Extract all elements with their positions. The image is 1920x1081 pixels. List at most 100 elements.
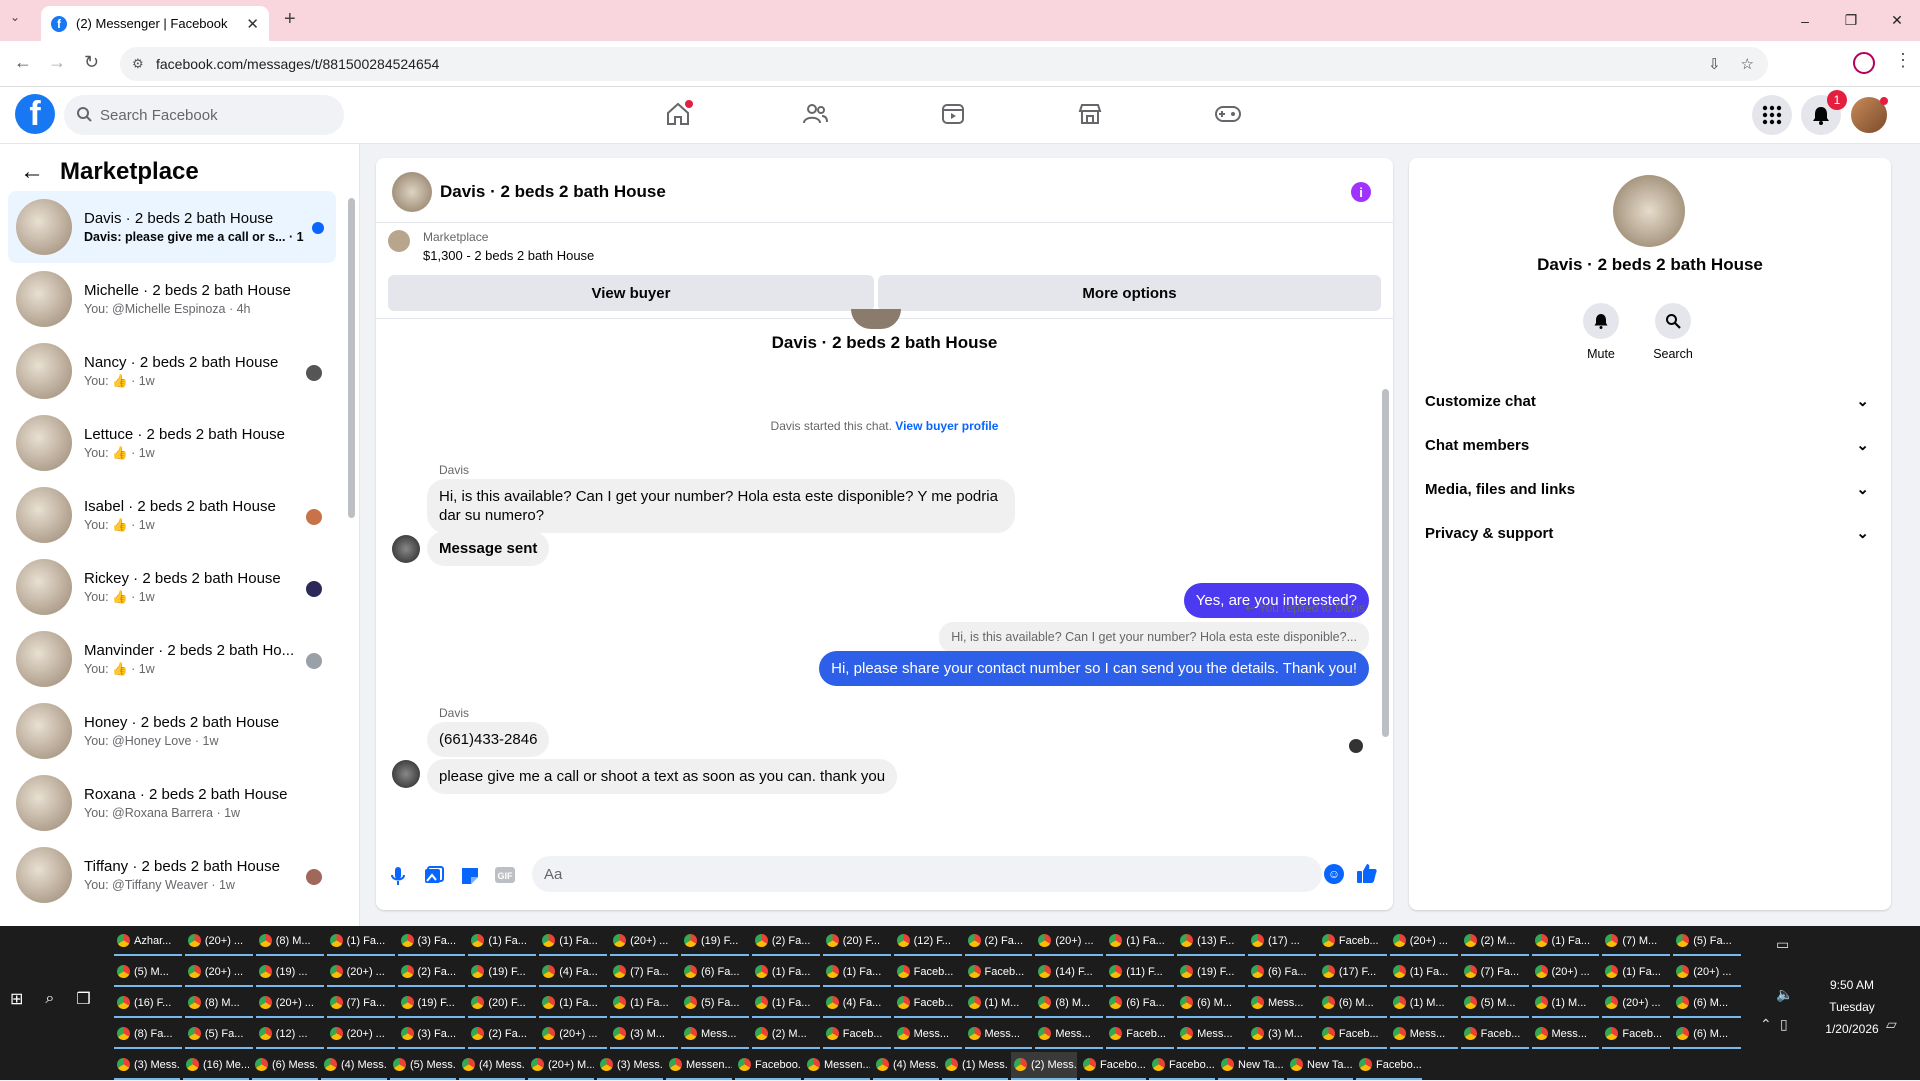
taskbar-window-button[interactable]: Faceb...: [822, 1021, 891, 1049]
conversation-item[interactable]: Roxana · 2 beds 2 bath House You: @Roxana…: [8, 767, 336, 839]
facebook-logo-icon[interactable]: f: [15, 94, 55, 134]
new-tab-icon[interactable]: +: [284, 8, 296, 31]
taskbar-window-button[interactable]: (4) Mess...: [459, 1052, 525, 1080]
taskbar-window-button[interactable]: (17) ...: [1248, 928, 1316, 956]
friends-icon[interactable]: [802, 101, 828, 127]
taskbar-window-button[interactable]: (5) Fa...: [681, 990, 749, 1018]
taskbar-window-button[interactable]: (3) Mess...: [597, 1052, 663, 1080]
taskbar-window-button[interactable]: Faceb...: [964, 959, 1033, 987]
taskbar-window-button[interactable]: (5) M...: [114, 959, 182, 987]
bookmark-star-icon[interactable]: ☆: [1741, 55, 1754, 73]
taskbar-window-button[interactable]: (20+) M...: [528, 1052, 594, 1080]
taskbar-window-button[interactable]: Azhar...: [114, 928, 182, 956]
close-window-button[interactable]: ✕: [1874, 0, 1920, 41]
taskbar-window-button[interactable]: (1) M...: [1531, 990, 1600, 1018]
taskbar-window-button[interactable]: (1) Fa...: [326, 928, 395, 956]
taskbar-window-button[interactable]: (20+) ...: [326, 1021, 395, 1049]
conversation-item[interactable]: Isabel · 2 beds 2 bath House You: 👍 · 1w: [8, 479, 336, 551]
taskbar-window-button[interactable]: (13) F...: [1177, 928, 1245, 956]
taskbar-window-button[interactable]: (2) Fa...: [468, 1021, 537, 1049]
taskbar-window-button[interactable]: Mess...: [1248, 990, 1316, 1018]
taskbar-window-button[interactable]: Faceb...: [1602, 1021, 1671, 1049]
taskbar-window-button[interactable]: (7) Fa...: [610, 959, 678, 987]
taskbar-window-button[interactable]: Facebo...: [1149, 1052, 1215, 1080]
taskbar-window-button[interactable]: Messen...: [804, 1052, 870, 1080]
taskbar-window-button[interactable]: (6) M...: [1318, 990, 1387, 1018]
taskbar-window-button[interactable]: (1) M...: [1389, 990, 1458, 1018]
browser-menu-icon[interactable]: ⋮: [1894, 50, 1912, 71]
media-files-links-section[interactable]: Media, files and links ⌄: [1425, 467, 1875, 511]
network-icon[interactable]: ▯: [1780, 1016, 1788, 1033]
taskbar-window-button[interactable]: Faceb...: [1318, 1021, 1387, 1049]
taskbar-window-button[interactable]: (11) F...: [1106, 959, 1175, 987]
incoming-message[interactable]: (661)433-2846: [427, 722, 550, 757]
taskbar-window-button[interactable]: (4) Fa...: [539, 959, 608, 987]
taskbar-window-button[interactable]: Mess...: [1035, 1021, 1104, 1049]
taskbar-window-button[interactable]: (3) M...: [610, 1021, 678, 1049]
taskbar-window-button[interactable]: (6) Fa...: [1106, 990, 1175, 1018]
taskbar-window-button[interactable]: (20) F...: [468, 990, 537, 1018]
screen-icon[interactable]: ▭: [1776, 936, 1789, 953]
taskbar-window-button[interactable]: Mess...: [1389, 1021, 1458, 1049]
taskbar-window-button[interactable]: (19) F...: [397, 990, 466, 1018]
taskbar-window-button[interactable]: (1) Fa...: [822, 959, 891, 987]
photo-icon[interactable]: [424, 866, 444, 886]
taskbar-window-button[interactable]: (1) Fa...: [610, 990, 678, 1018]
taskbar-window-button[interactable]: (2) Mess...: [1011, 1051, 1077, 1080]
taskbar-window-button[interactable]: Mess...: [964, 1021, 1033, 1049]
taskbar-window-button[interactable]: (20+) ...: [539, 1021, 608, 1049]
conversation-item[interactable]: Lettuce · 2 beds 2 bath House You: 👍 · 1w: [8, 407, 336, 479]
view-buyer-button[interactable]: View buyer: [388, 275, 874, 311]
gaming-icon[interactable]: [1214, 101, 1242, 127]
taskbar-window-button[interactable]: (20+) ...: [255, 990, 324, 1018]
taskbar-window-button[interactable]: Faceb...: [1106, 1021, 1175, 1049]
taskbar-window-button[interactable]: (1) M...: [964, 990, 1033, 1018]
conversation-item[interactable]: Nancy · 2 beds 2 bath House You: 👍 · 1w: [8, 335, 336, 407]
taskbar-window-button[interactable]: (14) F...: [1035, 959, 1104, 987]
more-options-button[interactable]: More options: [878, 275, 1381, 311]
taskbar-window-button[interactable]: (6) M...: [1177, 990, 1245, 1018]
taskbar-window-button[interactable]: (7) M...: [1602, 928, 1671, 956]
thumbs-up-icon[interactable]: [1356, 862, 1378, 884]
taskbar-window-button[interactable]: (20+) ...: [1602, 990, 1671, 1018]
taskbar-window-button[interactable]: Faceb...: [893, 959, 962, 987]
taskbar-window-button[interactable]: (3) Mess...: [114, 1052, 180, 1080]
taskbar-window-button[interactable]: (1) Fa...: [539, 928, 608, 956]
clock[interactable]: 9:50 AM Tuesday 1/20/2026: [1812, 974, 1892, 1040]
taskbar-window-button[interactable]: New Ta...: [1218, 1052, 1284, 1080]
taskbar-window-button[interactable]: (8) M...: [255, 928, 324, 956]
sidebar-scrollbar[interactable]: [348, 198, 355, 518]
emoji-icon[interactable]: ☺: [1324, 864, 1344, 884]
taskbar-window-button[interactable]: (1) Fa...: [751, 959, 820, 987]
taskbar-window-button[interactable]: Faceboo...: [735, 1052, 801, 1080]
reload-icon[interactable]: ↻: [84, 52, 99, 73]
minimize-button[interactable]: –: [1782, 0, 1828, 41]
chat-members-section[interactable]: Chat members ⌄: [1425, 423, 1875, 467]
incoming-message[interactable]: Message sent: [427, 531, 550, 566]
taskbar-window-button[interactable]: (8) M...: [1035, 990, 1104, 1018]
privacy-support-section[interactable]: Privacy & support ⌄: [1425, 511, 1875, 555]
tab-close-icon[interactable]: ✕: [246, 15, 259, 33]
browser-tab-active[interactable]: f (2) Messenger | Facebook ✕: [41, 6, 269, 41]
task-view-icon[interactable]: ❒: [76, 989, 90, 1009]
taskbar-window-button[interactable]: (7) Fa...: [1460, 959, 1529, 987]
taskbar-window-button[interactable]: (4) Mess...: [321, 1052, 387, 1080]
taskbar-window-button[interactable]: (6) Mess...: [252, 1052, 318, 1080]
taskbar-window-button[interactable]: (20+) ...: [1673, 959, 1742, 987]
taskbar-window-button[interactable]: (1) Fa...: [1389, 959, 1458, 987]
taskbar-window-button[interactable]: Faceb...: [1318, 928, 1387, 956]
taskbar-window-button[interactable]: (3) M...: [1248, 1021, 1316, 1049]
taskbar-window-button[interactable]: (1) Fa...: [539, 990, 608, 1018]
conversation-item[interactable]: Davis · 2 beds 2 bath House Davis: please…: [8, 191, 336, 263]
taskbar-window-button[interactable]: (19) F...: [468, 959, 537, 987]
taskbar-window-button[interactable]: (4) Fa...: [822, 990, 891, 1018]
taskbar-window-button[interactable]: (1) Fa...: [1106, 928, 1175, 956]
taskbar-window-button[interactable]: (8) Fa...: [114, 1021, 182, 1049]
incoming-message[interactable]: Hi, is this available? Can I get your nu…: [427, 479, 1015, 533]
taskbar-window-button[interactable]: (3) Fa...: [397, 928, 466, 956]
outgoing-message[interactable]: Hi, please share your contact number so …: [819, 651, 1369, 686]
video-icon[interactable]: [940, 101, 966, 127]
conversation-item[interactable]: Michelle · 2 beds 2 bath House You: @Mich…: [8, 263, 336, 335]
url-bar[interactable]: ⚙ facebook.com/messages/t/88150028452465…: [120, 47, 1768, 81]
taskbar-window-button[interactable]: (12) ...: [255, 1021, 324, 1049]
